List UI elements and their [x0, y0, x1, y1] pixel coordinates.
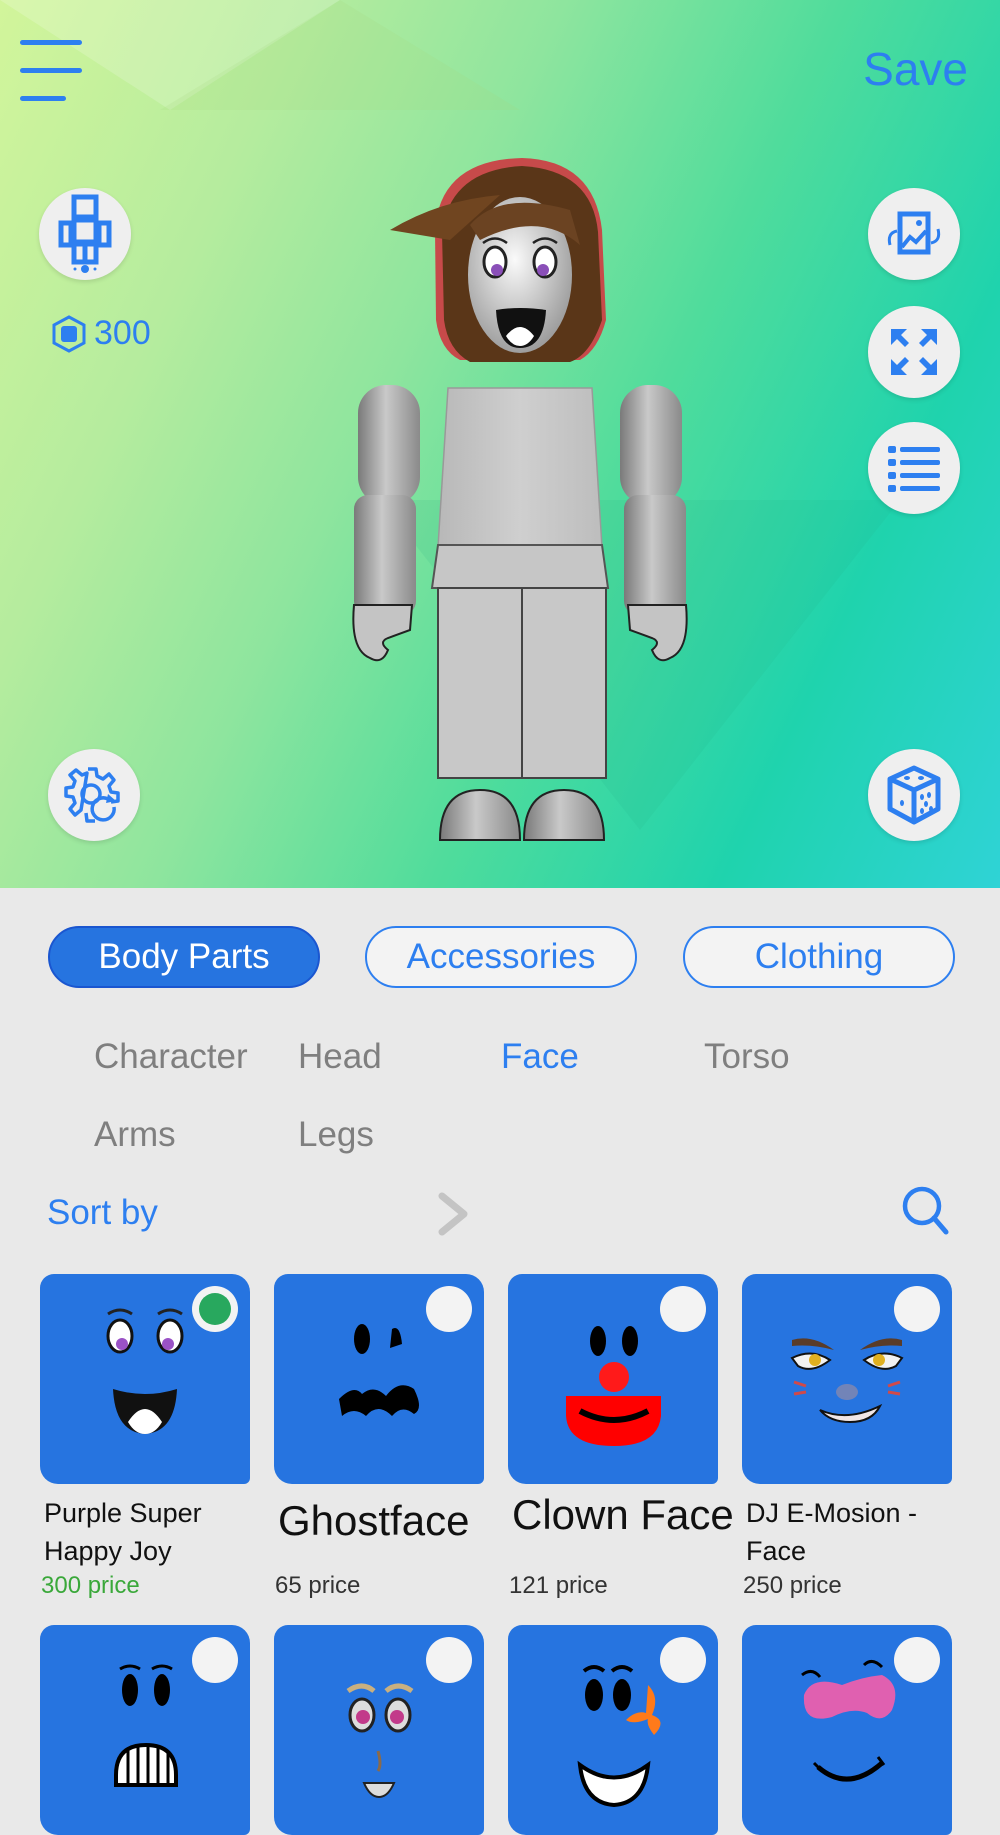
item-price: 121 price — [509, 1572, 608, 1599]
hamburger-line — [20, 96, 66, 101]
menu-button[interactable] — [20, 38, 82, 104]
avatar-type-button[interactable] — [39, 188, 131, 280]
sort-by-button[interactable]: Sort by — [47, 1193, 158, 1233]
select-indicator[interactable] — [660, 1286, 706, 1332]
rotate-background-image-icon — [887, 211, 941, 255]
item-tile[interactable] — [508, 1274, 718, 1484]
hamburger-line — [20, 68, 82, 73]
item-tile[interactable] — [742, 1274, 952, 1484]
chevron-right-icon[interactable] — [436, 1192, 472, 1236]
select-indicator[interactable] — [894, 1637, 940, 1683]
background-facet — [160, 0, 520, 110]
subtab-legs[interactable]: Legs — [298, 1115, 374, 1155]
background-button[interactable] — [868, 188, 960, 280]
subtab-face[interactable]: Face — [501, 1037, 579, 1077]
avatar-head — [390, 158, 606, 362]
tab-accessories[interactable]: Accessories — [365, 926, 637, 988]
avatar-settings-button[interactable] — [48, 749, 140, 841]
hamburger-menu-icon — [20, 40, 82, 45]
subtab-character[interactable]: Character — [94, 1037, 248, 1077]
fullscreen-button[interactable] — [868, 306, 960, 398]
select-indicator[interactable] — [192, 1637, 238, 1683]
robux-hexagon-icon — [52, 314, 86, 353]
search-icon[interactable] — [898, 1182, 952, 1236]
select-indicator[interactable] — [660, 1637, 706, 1683]
robux-amount: 300 — [94, 314, 151, 352]
category-tabs: Body Parts Accessories Clothing — [0, 926, 1000, 988]
randomize-button[interactable] — [868, 749, 960, 841]
bulleted-list-icon — [888, 446, 940, 492]
select-indicator[interactable] — [426, 1286, 472, 1332]
item-price: 65 price — [275, 1572, 361, 1599]
subtab-arms[interactable]: Arms — [94, 1115, 176, 1155]
list-button[interactable] — [868, 422, 960, 514]
item-name: Clown Face — [512, 1491, 734, 1538]
item-tile[interactable] — [40, 1274, 250, 1484]
item-name: DJ E-Mosion - Face — [746, 1498, 918, 1566]
dice-icon — [887, 765, 941, 825]
item-name: Ghostface — [278, 1497, 470, 1544]
robux-balance: 300 — [52, 314, 151, 353]
item-price: 250 price — [743, 1572, 842, 1599]
gear-refresh-icon — [64, 767, 120, 823]
avatar-right-arm — [620, 385, 688, 662]
avatar-left-arm — [352, 385, 420, 662]
save-button[interactable]: Save — [863, 42, 968, 96]
item-tile[interactable] — [274, 1625, 484, 1835]
subtab-head[interactable]: Head — [298, 1037, 382, 1077]
avatar-left-leg — [437, 587, 523, 779]
item-tile[interactable] — [40, 1625, 250, 1835]
avatar-model[interactable] — [340, 150, 700, 850]
tab-clothing[interactable]: Clothing — [683, 926, 955, 988]
item-price: 300 price — [41, 1572, 140, 1599]
select-indicator[interactable] — [894, 1286, 940, 1332]
subtab-torso[interactable]: Torso — [704, 1037, 790, 1077]
selected-indicator[interactable] — [192, 1286, 238, 1332]
avatar-torso — [437, 387, 603, 548]
item-tile[interactable] — [508, 1625, 718, 1835]
item-tile[interactable] — [742, 1625, 952, 1835]
item-tile[interactable] — [274, 1274, 484, 1484]
tab-body-parts[interactable]: Body Parts — [48, 926, 320, 988]
item-name: Purple Super Happy Joy — [44, 1498, 202, 1566]
avatar-body-icon — [58, 194, 112, 273]
expand-arrows-icon — [891, 329, 937, 375]
avatar-preview[interactable]: Save 300 — [0, 0, 1000, 888]
avatar-right-leg — [521, 587, 607, 779]
select-indicator[interactable] — [426, 1637, 472, 1683]
